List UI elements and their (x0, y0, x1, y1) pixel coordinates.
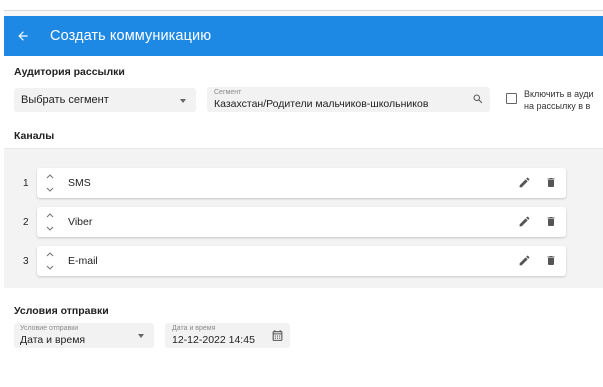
send-condition-value: Дата и время (20, 334, 86, 346)
edit-pencil-icon[interactable] (518, 215, 531, 228)
send-conditions-title: Условия отправки (14, 305, 109, 317)
send-condition-select[interactable]: Условие отправки Дата и время (14, 323, 154, 348)
channel-label: E-mail (68, 255, 98, 267)
search-icon[interactable] (472, 93, 484, 105)
segment-field-value: Казахстан/Родители мальчиков-школьников (214, 98, 429, 110)
channels-section-title: Каналы (14, 130, 55, 142)
page-title: Создать коммуникацию (50, 28, 212, 44)
arrow-back-icon (18, 31, 28, 41)
segment-field-label: Сегмент (214, 89, 242, 96)
reorder-arrows-icon[interactable] (45, 210, 55, 234)
datetime-field[interactable]: Дата и время 12-12-2022 14:45 (165, 323, 290, 348)
audience-section-title: Аудитория рассылки (14, 66, 125, 78)
trash-icon[interactable] (545, 176, 557, 189)
channel-row-number: 1 (23, 178, 29, 189)
datetime-value: 12-12-2022 14:45 (172, 334, 255, 346)
reorder-arrows-icon[interactable] (45, 171, 55, 195)
send-condition-label: Условие отправки (20, 325, 79, 332)
reorder-arrows-icon[interactable] (45, 249, 55, 273)
include-audience-checkbox[interactable] (506, 93, 517, 104)
datetime-label: Дата и время (172, 325, 216, 332)
calendar-icon[interactable] (271, 329, 284, 342)
include-audience-label-line2: на рассылку в в (524, 101, 591, 111)
back-button[interactable] (6, 16, 40, 56)
edit-pencil-icon[interactable] (518, 176, 531, 189)
segment-search-field[interactable]: Сегмент Казахстан/Родители мальчиков-шко… (207, 87, 490, 112)
channel-row-number: 3 (23, 256, 29, 267)
audience-section: Аудитория рассылки Выбрать сегмент Сегме… (4, 56, 603, 134)
channel-row-number: 2 (23, 217, 29, 228)
channel-row-sms[interactable]: SMS (37, 168, 566, 198)
app-window: Создать коммуникацию Аудитория рассылки … (4, 10, 603, 380)
segment-select[interactable]: Выбрать сегмент (14, 88, 196, 112)
channel-label: SMS (68, 177, 91, 189)
channel-row-email[interactable]: E-mail (37, 246, 566, 276)
edit-pencil-icon[interactable] (518, 254, 531, 267)
trash-icon[interactable] (545, 215, 557, 228)
trash-icon[interactable] (545, 254, 557, 267)
send-conditions-section: Условия отправки Условие отправки Дата и… (4, 288, 603, 380)
channel-row-viber[interactable]: Viber (37, 207, 566, 237)
chevron-down-icon (138, 334, 144, 338)
include-audience-label-line1: Включить в ауди (524, 89, 594, 99)
channel-label: Viber (68, 216, 93, 228)
channels-header: Каналы (4, 130, 603, 148)
segment-select-value: Выбрать сегмент (21, 94, 109, 106)
channels-list: 1 SMS 2 Viber 3 E-mail (4, 148, 603, 288)
chevron-down-icon (180, 99, 186, 103)
app-bar: Создать коммуникацию (4, 16, 603, 56)
